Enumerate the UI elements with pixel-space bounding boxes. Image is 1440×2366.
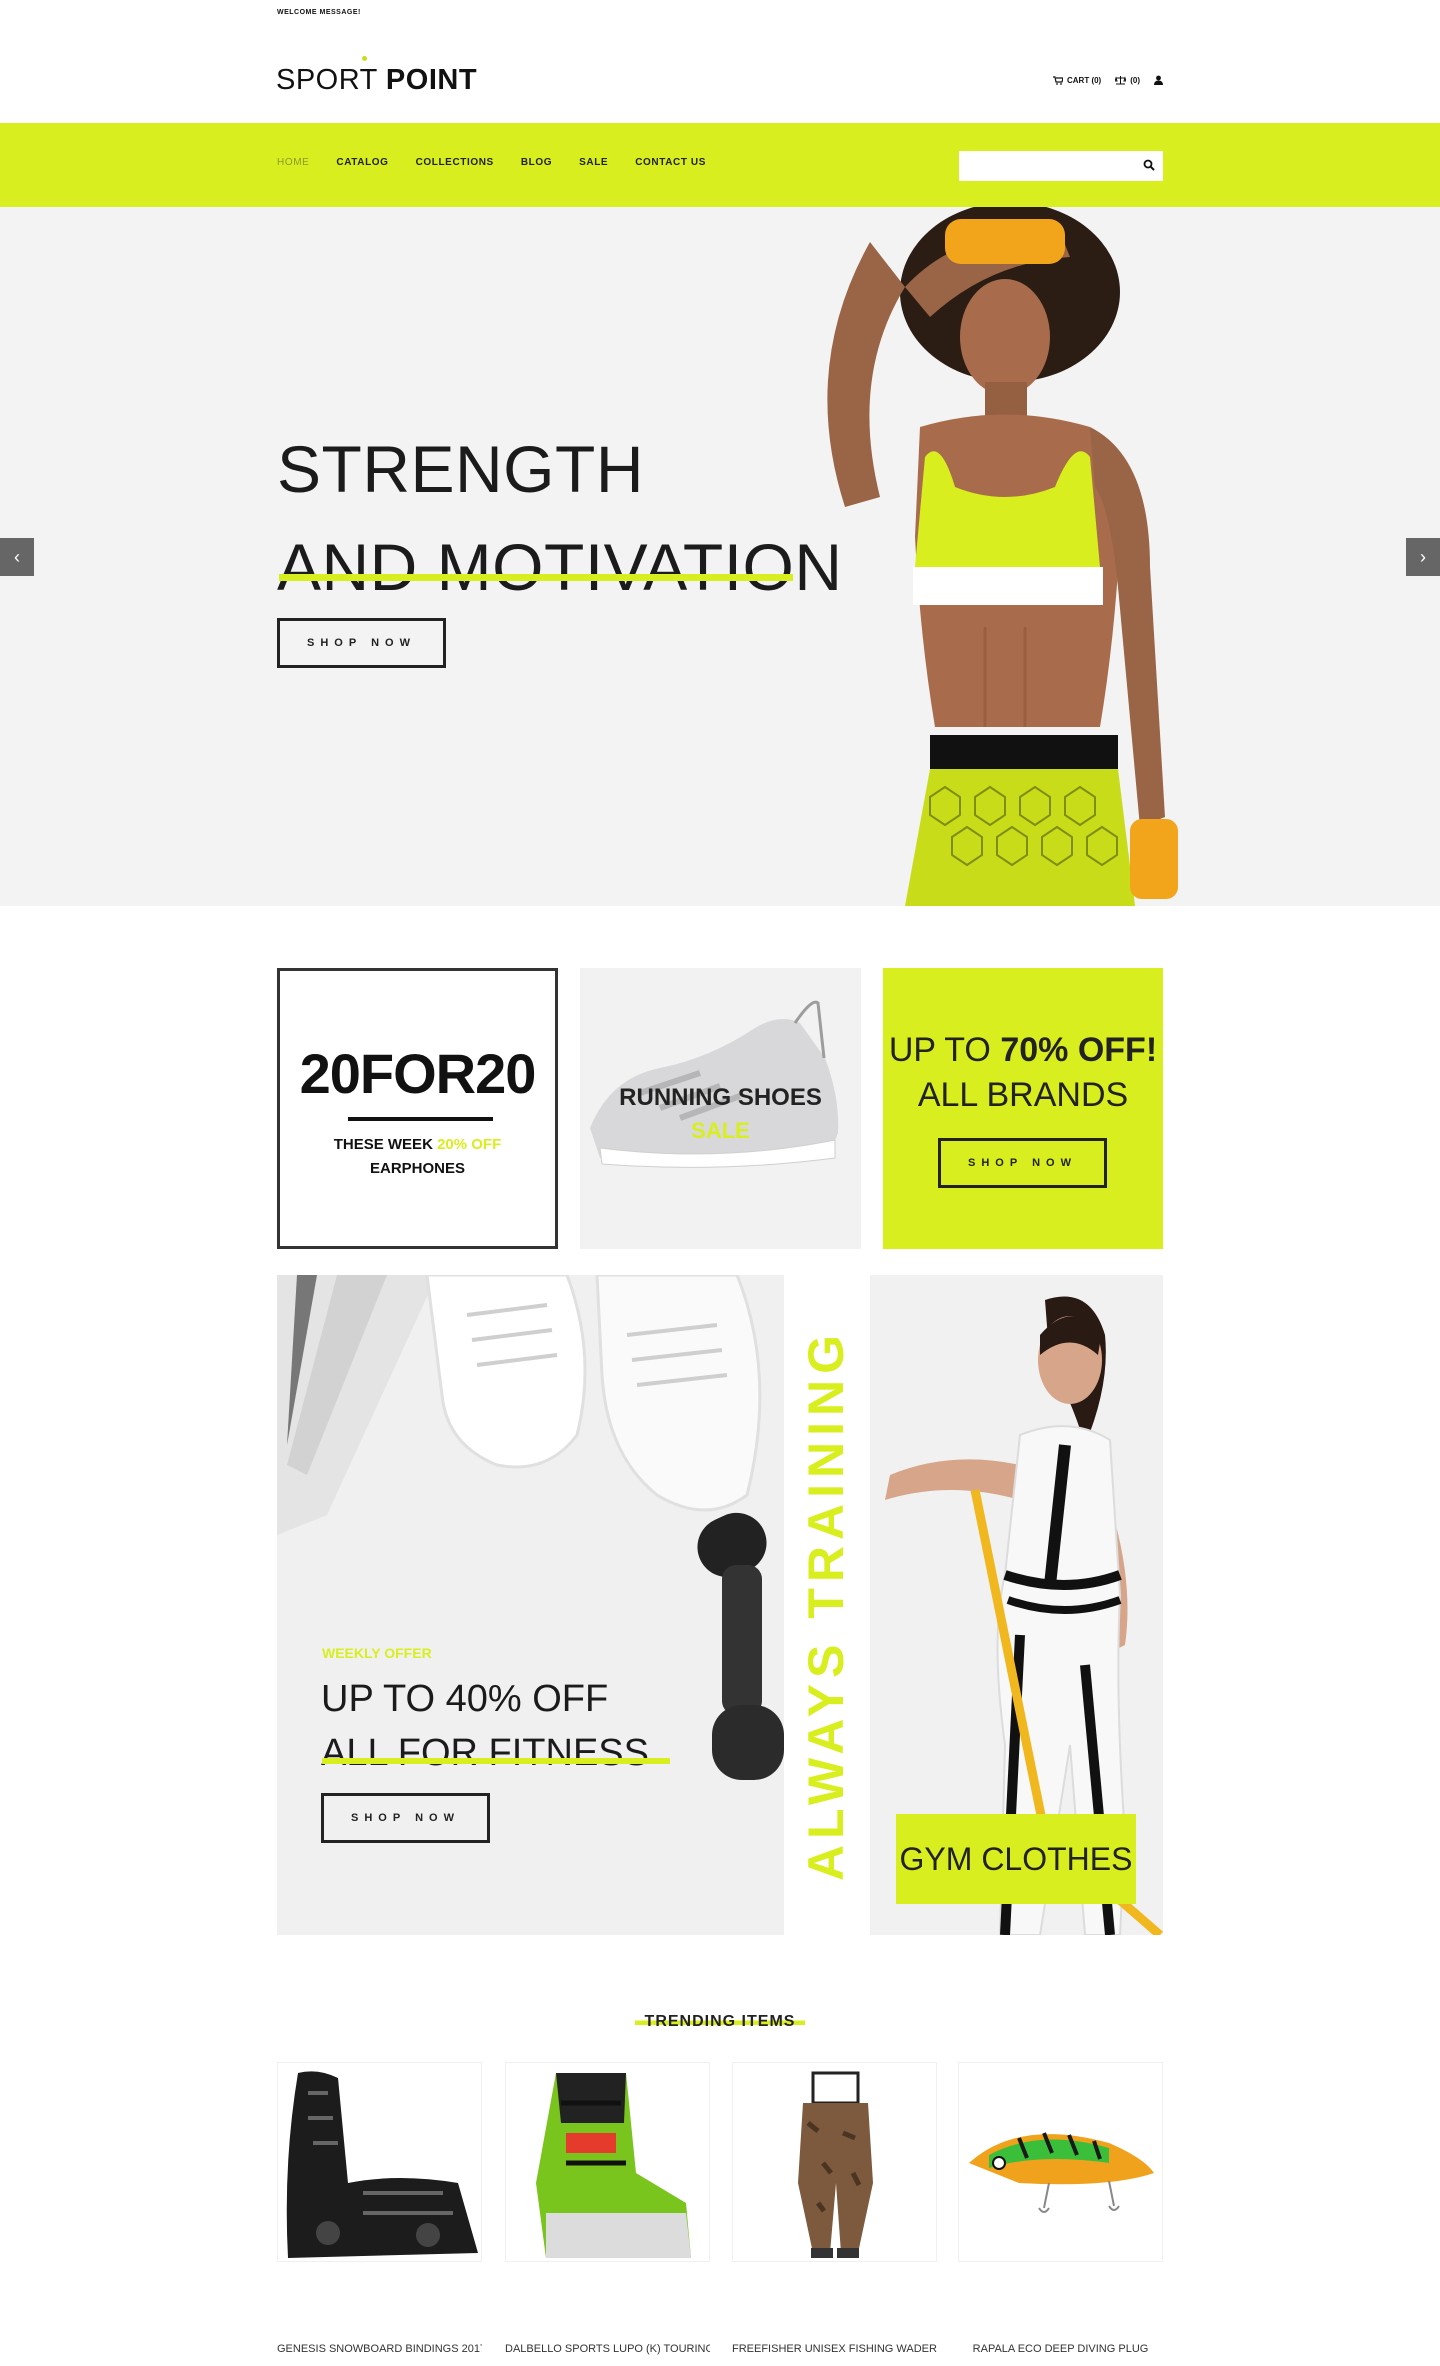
- promo-20for20-subtitle: THESE WEEK 20% OFF EARPHONES: [280, 1133, 555, 1181]
- site-logo[interactable]: SPORT POINT: [276, 56, 478, 97]
- chevron-right-icon: ›: [1420, 546, 1426, 567]
- search-icon[interactable]: [1143, 159, 1155, 171]
- hero-shop-now-button[interactable]: SHOP NOW: [277, 618, 446, 668]
- logo-dot: [362, 56, 367, 61]
- compare-count: (0): [1130, 75, 1140, 85]
- logo-light-text: SPORT: [276, 64, 378, 96]
- promo-70-off-value: 70% OFF!: [1000, 1031, 1158, 1069]
- promo-running-shoes-title: RUNNING SHOES: [619, 1084, 822, 1111]
- logo-bold-text: POINT: [385, 64, 478, 96]
- fitness-line-1: UP TO 40% OFF: [321, 1678, 609, 1720]
- hero-heading: STRENGTH AND MOTIVATION: [277, 420, 843, 616]
- welcome-message: WELCOME MESSAGE!: [277, 9, 361, 16]
- nav-contact-us[interactable]: CONTACT US: [635, 157, 706, 168]
- promo-discount-text: 20% OFF: [437, 1136, 502, 1153]
- compare-link[interactable]: (0): [1115, 75, 1140, 85]
- always-training-text: ALWAYS TRAINING: [798, 1328, 854, 1882]
- snowboard-binding-image: [286, 2071, 478, 2258]
- main-navbar: [0, 123, 1440, 207]
- scale-icon: [1115, 75, 1127, 84]
- promo-all-brands: ALL BRANDS: [917, 1076, 1129, 1114]
- weekly-offer-label: WEEKLY OFFER: [322, 1645, 432, 1661]
- nav-catalog[interactable]: CATALOG: [336, 157, 388, 168]
- product-card[interactable]: [958, 2062, 1163, 2262]
- product-card[interactable]: [505, 2062, 710, 2262]
- header-icons: CART (0) (0): [1053, 75, 1163, 85]
- cart-label: CART (0): [1067, 75, 1102, 85]
- trending-items-heading: TRENDING ITEMS: [0, 2013, 1440, 2031]
- promo-running-shoes[interactable]: RUNNING SHOES SALE: [580, 968, 861, 1249]
- main-nav: HOME CATALOG COLLECTIONS BLOG SALE CONTA…: [277, 157, 706, 168]
- nav-home[interactable]: HOME: [277, 157, 309, 168]
- slider-next-button[interactable]: ›: [1406, 538, 1440, 576]
- promo-70-off[interactable]: UP TO 70% OFF! ALL BRANDS SHOP NOW: [883, 968, 1163, 1249]
- product-name[interactable]: DALBELLO SPORTS LUPO (K) TOURING ...: [505, 2343, 710, 2355]
- promo-rule: [348, 1117, 493, 1121]
- slider-prev-button[interactable]: ‹: [0, 538, 34, 576]
- search-input[interactable]: [959, 151, 1163, 181]
- product-name[interactable]: GENESIS SNOWBOARD BINDINGS 2017: [277, 2343, 482, 2355]
- hero-underline: [279, 574, 793, 581]
- account-link[interactable]: [1154, 75, 1163, 85]
- gym-clothes-label[interactable]: GYM CLOTHES: [896, 1814, 1136, 1904]
- promo-week-text: THESE WEEK: [333, 1136, 433, 1153]
- promo-sale-label: SALE: [691, 1118, 750, 1143]
- ski-boot-image: [536, 2073, 691, 2258]
- hero-line-1: STRENGTH: [277, 432, 644, 506]
- cart-icon: [1053, 75, 1063, 85]
- promo-70-line-1: UP TO 70% OFF!: [883, 1031, 1163, 1070]
- fitness-line-2: ALL FOR FITNESS: [321, 1732, 649, 1774]
- chevron-left-icon: ‹: [14, 546, 20, 567]
- fishing-lure-image: [969, 2132, 1154, 2213]
- promo-70-shop-now-button[interactable]: SHOP NOW: [938, 1138, 1107, 1188]
- promo-20for20[interactable]: 20FOR20 THESE WEEK 20% OFF EARPHONES: [277, 968, 558, 1249]
- fitness-underline: [322, 1758, 670, 1764]
- trending-items-title: TRENDING ITEMS: [634, 2013, 806, 2030]
- nav-sale[interactable]: SALE: [579, 157, 608, 168]
- product-card[interactable]: [732, 2062, 937, 2262]
- cart-link[interactable]: CART (0): [1053, 76, 1101, 85]
- user-icon: [1154, 75, 1163, 85]
- promo-up-to: UP TO: [888, 1031, 991, 1069]
- always-training-banner: ALWAYS TRAINING: [791, 1275, 861, 1935]
- fitness-shop-now-button[interactable]: SHOP NOW: [321, 1793, 490, 1843]
- product-name[interactable]: FREEFISHER UNISEX FISHING WADERS: [732, 2343, 937, 2355]
- fishing-waders-image: [798, 2071, 873, 2258]
- promo-product-text: EARPHONES: [369, 1160, 466, 1177]
- product-name[interactable]: RAPALA ECO DEEP DIVING PLUG: [958, 2343, 1163, 2355]
- promo-20for20-title: 20FOR20: [299, 1042, 537, 1105]
- hero-line-2: AND MOTIVATION: [277, 530, 843, 604]
- nav-collections[interactable]: COLLECTIONS: [416, 157, 494, 168]
- product-card[interactable]: [277, 2062, 482, 2262]
- nav-blog[interactable]: BLOG: [521, 157, 552, 168]
